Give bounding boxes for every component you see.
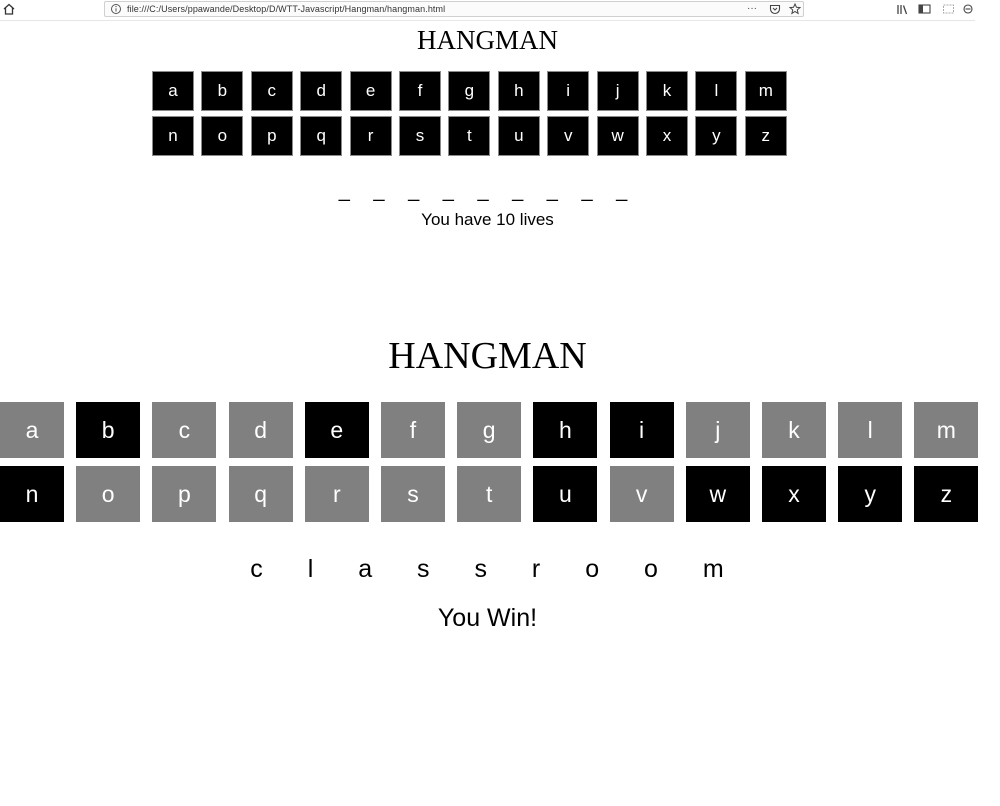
letter-key-j[interactable]: j: [596, 71, 639, 111]
letter-key-x[interactable]: x: [646, 116, 688, 156]
letter-key-u[interactable]: u: [533, 466, 598, 522]
letter-key-m[interactable]: m: [744, 71, 787, 111]
sidebar-icon[interactable]: [918, 3, 931, 15]
letter-key-b[interactable]: b: [201, 71, 244, 111]
letter-key-k[interactable]: k: [646, 71, 688, 111]
letter-key-d[interactable]: d: [300, 71, 343, 111]
url-bar[interactable]: file:///C:/Users/ppawande/Desktop/D/WTT-…: [104, 1, 804, 17]
letter-key-b[interactable]: b: [76, 402, 141, 458]
letter-key-d[interactable]: d: [228, 402, 293, 458]
letter-key-p[interactable]: p: [250, 116, 293, 156]
letter-key-t[interactable]: t: [448, 116, 491, 156]
letter-key-o[interactable]: o: [76, 466, 141, 522]
letter-key-t[interactable]: t: [457, 466, 522, 522]
letter-key-a[interactable]: a: [0, 402, 64, 458]
overflow-menu-icon[interactable]: [962, 3, 975, 15]
letter-key-e[interactable]: e: [349, 71, 392, 111]
home-icon[interactable]: [2, 2, 16, 16]
guessed-word: c l a s s r o o m: [250, 555, 743, 583]
letter-key-i[interactable]: i: [609, 402, 674, 458]
letter-key-f[interactable]: f: [381, 402, 445, 458]
info-icon[interactable]: [110, 3, 122, 15]
bookmark-star-icon[interactable]: [789, 3, 801, 15]
letter-key-z[interactable]: z: [914, 466, 979, 522]
letter-key-v[interactable]: v: [547, 116, 590, 156]
letter-key-c[interactable]: c: [250, 71, 293, 111]
letter-key-r[interactable]: r: [304, 466, 369, 522]
letter-key-g[interactable]: g: [448, 71, 491, 111]
letter-key-k[interactable]: k: [762, 402, 826, 458]
browser-toolbar: file:///C:/Users/ppawande/Desktop/D/WTT-…: [0, 0, 975, 21]
letter-key-m[interactable]: m: [914, 402, 979, 458]
letter-key-l[interactable]: l: [838, 402, 903, 458]
letter-key-s[interactable]: s: [381, 466, 445, 522]
screenshot-icon[interactable]: [942, 3, 955, 15]
letter-key-v[interactable]: v: [609, 466, 674, 522]
letter-key-z[interactable]: z: [744, 116, 787, 156]
letter-key-w[interactable]: w: [596, 116, 639, 156]
letter-key-i[interactable]: i: [547, 71, 590, 111]
letter-key-s[interactable]: s: [399, 116, 441, 156]
page-title-top: HANGMAN: [417, 25, 558, 55]
letter-key-x[interactable]: x: [762, 466, 826, 522]
letter-key-h[interactable]: h: [533, 402, 598, 458]
letter-key-y[interactable]: y: [838, 466, 903, 522]
letter-key-a[interactable]: a: [152, 71, 194, 111]
letter-key-u[interactable]: u: [497, 116, 540, 156]
letter-key-j[interactable]: j: [685, 402, 750, 458]
letter-key-l[interactable]: l: [695, 71, 738, 111]
lives-status: You have 10 lives: [421, 210, 554, 229]
letter-key-w[interactable]: w: [685, 466, 750, 522]
letter-key-n[interactable]: n: [0, 466, 64, 522]
letter-key-r[interactable]: r: [349, 116, 392, 156]
page-actions-menu-icon[interactable]: ···: [747, 2, 757, 15]
library-icon[interactable]: [896, 3, 909, 15]
pocket-icon[interactable]: [769, 3, 781, 15]
letter-key-n[interactable]: n: [152, 116, 194, 156]
letter-key-q[interactable]: q: [300, 116, 343, 156]
letter-key-o[interactable]: o: [201, 116, 244, 156]
letter-key-f[interactable]: f: [399, 71, 441, 111]
letter-key-e[interactable]: e: [304, 402, 369, 458]
letter-key-h[interactable]: h: [497, 71, 540, 111]
word-blanks: _ _ _ _ _ _ _ _ _: [338, 180, 637, 202]
letter-key-g[interactable]: g: [457, 402, 522, 458]
page-title-bottom: HANGMAN: [388, 335, 587, 377]
url-text: file:///C:/Users/ppawande/Desktop/D/WTT-…: [127, 4, 446, 14]
letter-key-c[interactable]: c: [152, 402, 217, 458]
letter-key-p[interactable]: p: [152, 466, 217, 522]
letter-key-y[interactable]: y: [695, 116, 738, 156]
letter-key-q[interactable]: q: [228, 466, 293, 522]
win-status: You Win!: [437, 604, 538, 632]
